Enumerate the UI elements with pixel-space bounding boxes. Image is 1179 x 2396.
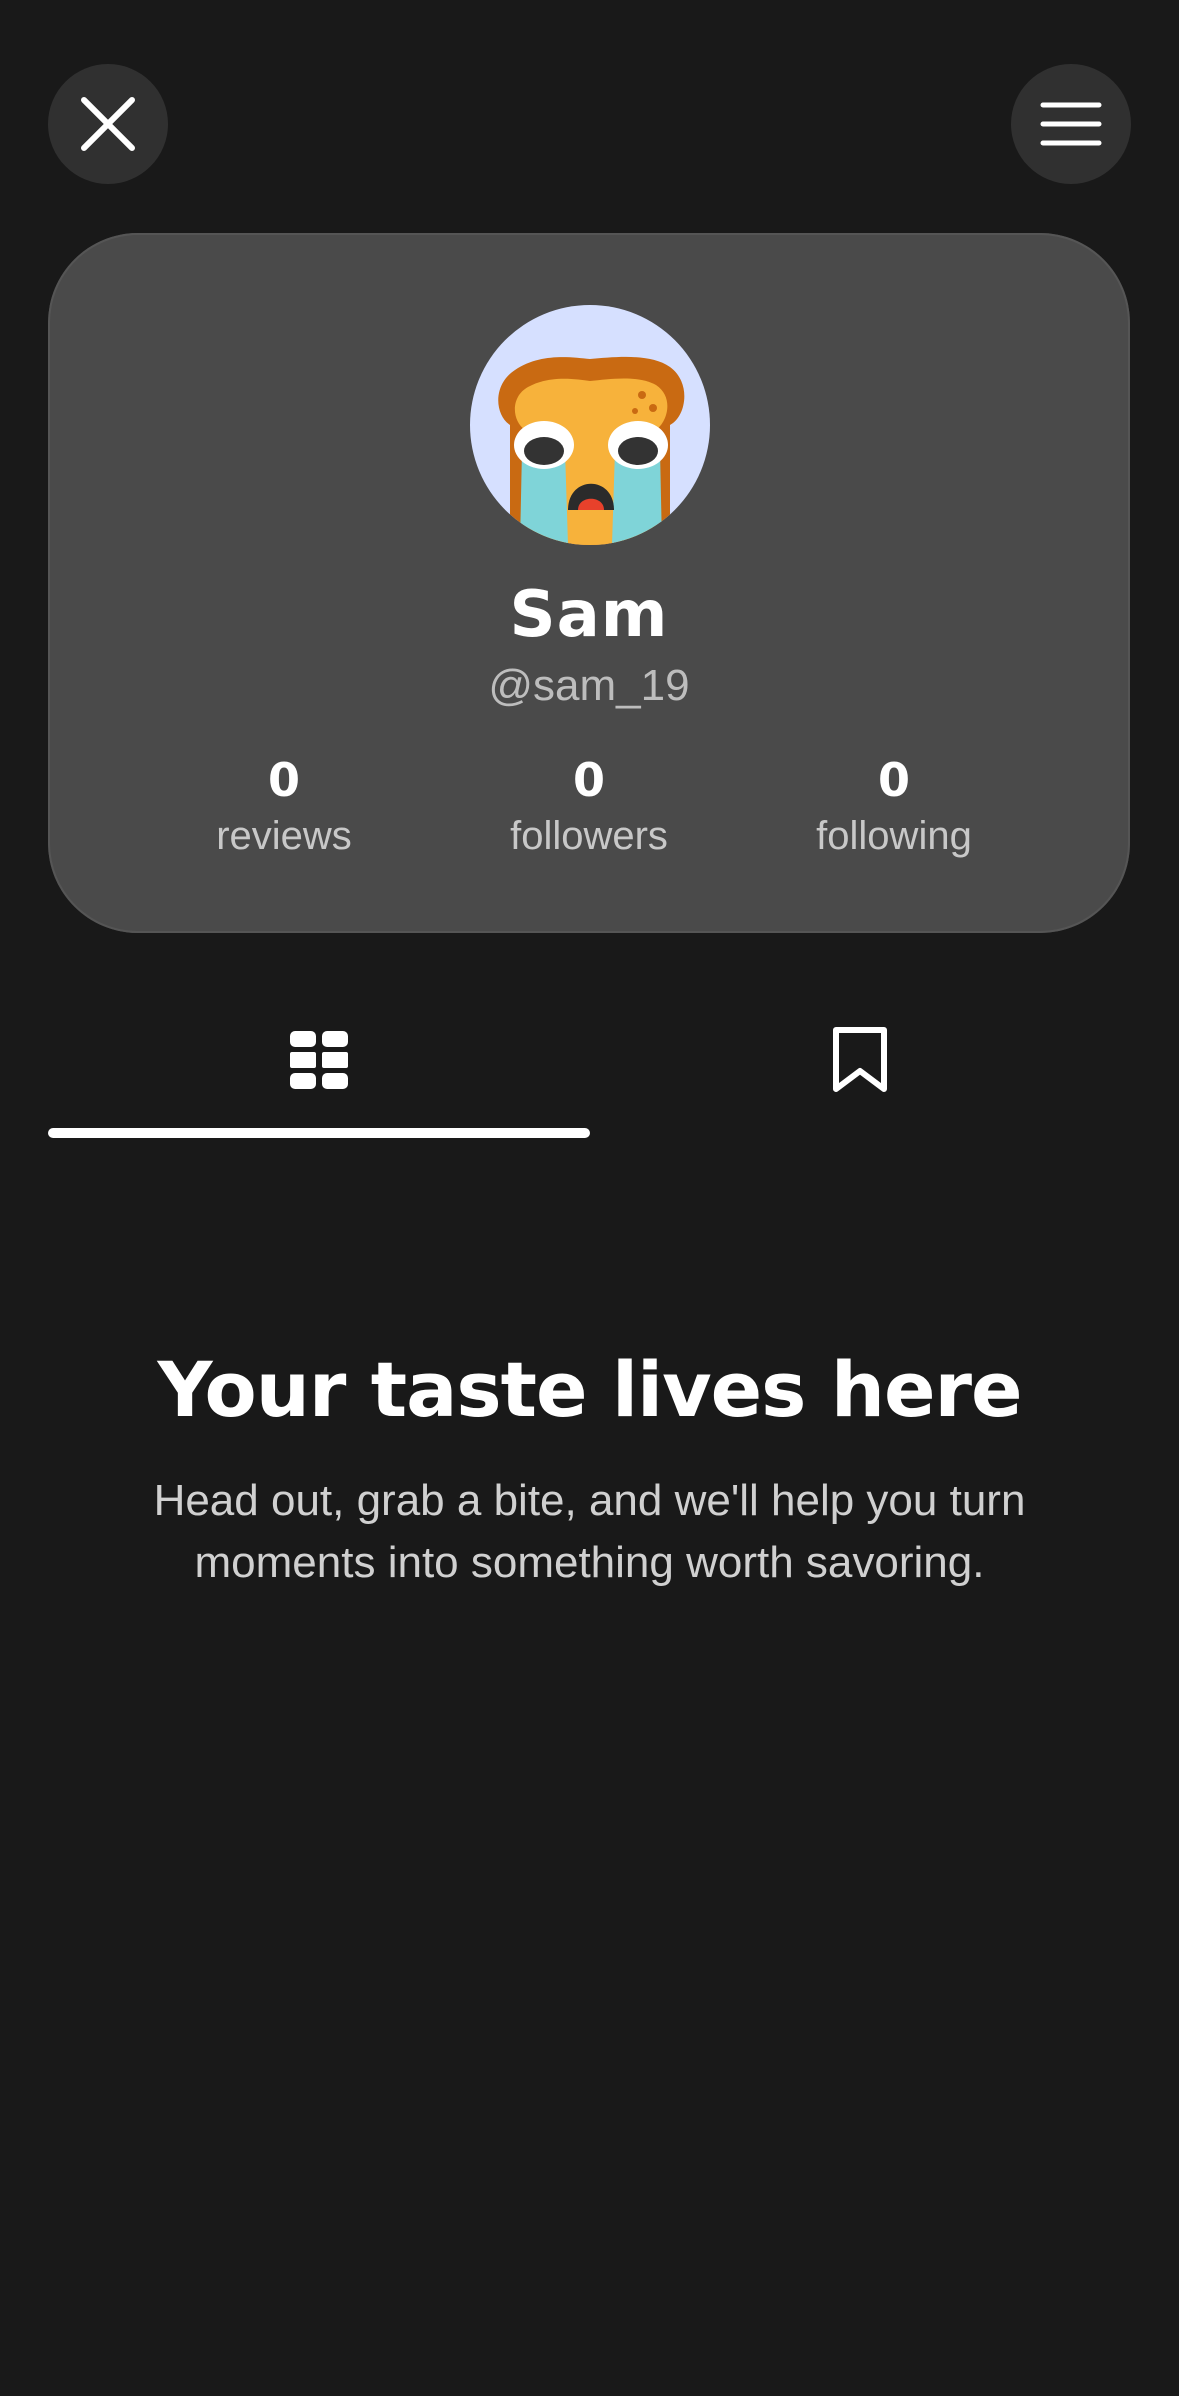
close-button[interactable] [48, 64, 168, 184]
stat-reviews-value: 0 [267, 753, 300, 807]
hamburger-menu-icon [1040, 102, 1102, 146]
close-icon [81, 97, 135, 151]
stat-following-label: following [816, 813, 972, 858]
bookmark-icon [832, 1027, 887, 1092]
stat-followers-value: 0 [572, 753, 605, 807]
tab-saved[interactable] [589, 1010, 1130, 1110]
empty-state-title: Your taste lives here [157, 1345, 1022, 1434]
stat-following[interactable]: 0 following [744, 755, 1044, 859]
menu-button[interactable] [1011, 64, 1131, 184]
grid-icon [289, 1031, 348, 1089]
profile-handle: @sam_19 [488, 661, 690, 710]
profile-card: Sam @sam_19 0 reviews 0 followers 0 foll… [48, 233, 1130, 933]
stat-reviews-label: reviews [216, 813, 352, 858]
tab-reviews-grid[interactable] [48, 1010, 589, 1110]
profile-name: Sam [509, 578, 669, 652]
active-tab-indicator [48, 1128, 590, 1138]
stat-followers-label: followers [510, 813, 668, 858]
profile-screen: Sam @sam_19 0 reviews 0 followers 0 foll… [0, 0, 1179, 2396]
stat-following-value: 0 [877, 753, 910, 807]
empty-state-body: Head out, grab a bite, and we'll help yo… [153, 1476, 1026, 1587]
stat-reviews[interactable]: 0 reviews [134, 755, 434, 859]
stat-followers[interactable]: 0 followers [439, 755, 739, 859]
crying-toast-avatar [498, 356, 685, 545]
avatar[interactable] [470, 305, 710, 545]
